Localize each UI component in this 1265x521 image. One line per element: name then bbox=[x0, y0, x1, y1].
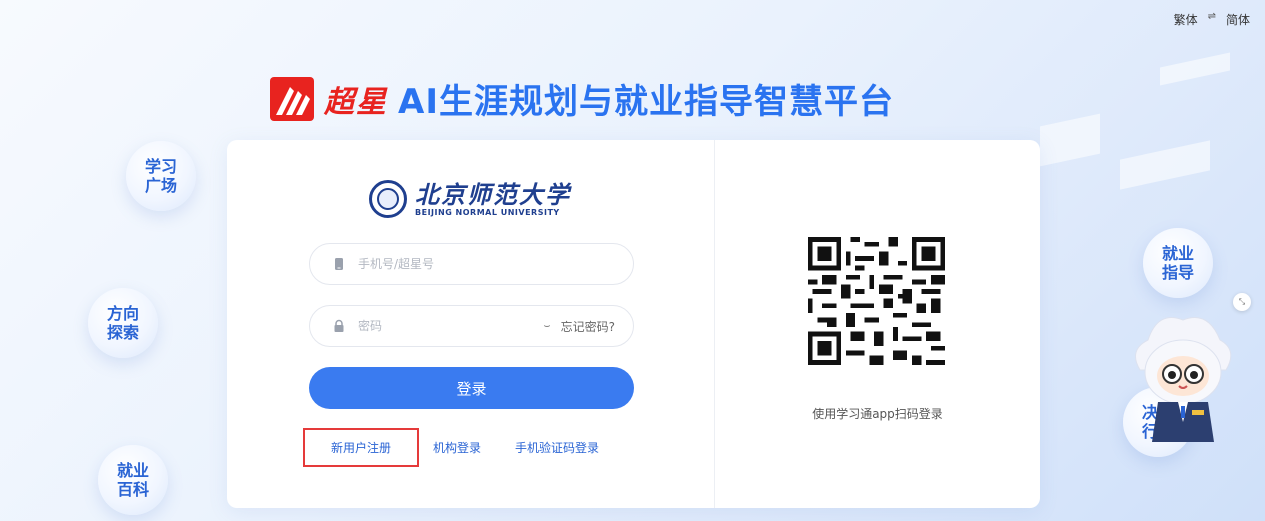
login-button[interactable]: 登录 bbox=[309, 367, 634, 409]
background-streak bbox=[1160, 52, 1230, 86]
traditional-chinese-link[interactable]: 繁体 bbox=[1174, 11, 1198, 28]
university-name-cn: 北京师范大学 bbox=[415, 179, 571, 209]
lock-icon bbox=[334, 319, 344, 332]
collapse-icon[interactable]: ⤡ bbox=[1233, 293, 1251, 311]
phone-field[interactable] bbox=[309, 243, 634, 285]
forgot-password-link[interactable]: 忘记密码? bbox=[561, 318, 615, 335]
register-link[interactable]: 新用户注册 bbox=[303, 428, 420, 467]
phone-icon bbox=[335, 258, 343, 270]
university-name-en: BEIJING NORMAL UNIVERSITY bbox=[415, 207, 560, 217]
guidance-bubble[interactable]: 就业指导 bbox=[1143, 228, 1213, 298]
study-square-bubble[interactable]: 学习广场 bbox=[126, 141, 196, 211]
phone-input[interactable] bbox=[358, 257, 615, 271]
login-card: 北京师范大学 BEIJING NORMAL UNIVERSITY ⌣ 忘记密码?… bbox=[227, 140, 1040, 508]
background-streak bbox=[1040, 113, 1100, 167]
chaoxing-logo-icon bbox=[270, 76, 314, 121]
qr-caption: 使用学习通app扫码登录 bbox=[812, 407, 943, 421]
page-title: AI生涯规划与就业指导智慧平台 bbox=[398, 82, 894, 122]
simplified-chinese-link[interactable]: 简体 bbox=[1226, 11, 1250, 28]
eye-closed-icon[interactable]: ⌣ bbox=[543, 319, 550, 333]
language-switcher: 繁体 ⇌ 简体 bbox=[1174, 11, 1250, 28]
direction-bubble[interactable]: 方向探索 bbox=[88, 288, 158, 358]
qr-login-panel: 使用学习通app扫码登录 bbox=[715, 140, 1040, 508]
university-logo: 北京师范大学 BEIJING NORMAL UNIVERSITY bbox=[369, 180, 571, 218]
org-login-link[interactable]: 机构登录 bbox=[433, 439, 481, 456]
password-field[interactable]: ⌣ 忘记密码? bbox=[309, 305, 634, 347]
mascot-assistant-icon[interactable] bbox=[1128, 310, 1238, 450]
sms-login-link[interactable]: 手机验证码登录 bbox=[515, 439, 599, 456]
page-header: 超星 AI生涯规划与就业指导智慧平台 bbox=[270, 74, 894, 123]
swap-icon: ⇌ bbox=[1207, 11, 1216, 22]
qr-code-icon bbox=[808, 237, 945, 365]
brand-logo-text: 超星 bbox=[324, 84, 388, 120]
login-form-panel: 北京师范大学 BEIJING NORMAL UNIVERSITY ⌣ 忘记密码?… bbox=[227, 140, 714, 508]
background-streak bbox=[1120, 140, 1210, 190]
university-seal-icon bbox=[369, 180, 407, 218]
password-input[interactable] bbox=[358, 319, 538, 333]
login-options: 新用户注册 机构登录 手机验证码登录 bbox=[303, 428, 654, 467]
encyclopedia-bubble[interactable]: 就业百科 bbox=[98, 445, 168, 515]
